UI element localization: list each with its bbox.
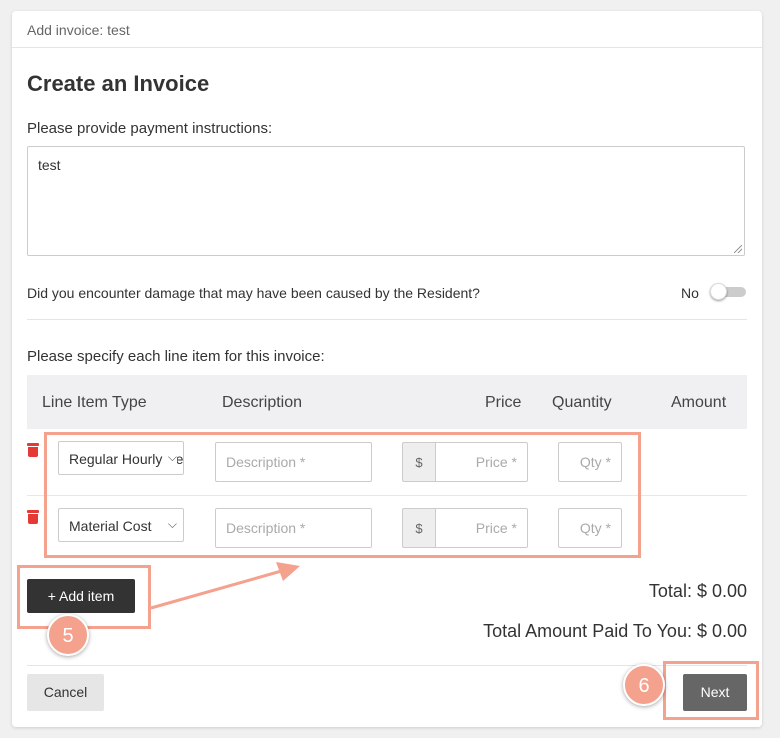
arrow-icon bbox=[150, 562, 300, 610]
step-badge-5: 5 bbox=[47, 614, 89, 656]
step-badge-6: 6 bbox=[623, 664, 665, 706]
arrow-overlay bbox=[150, 562, 300, 610]
